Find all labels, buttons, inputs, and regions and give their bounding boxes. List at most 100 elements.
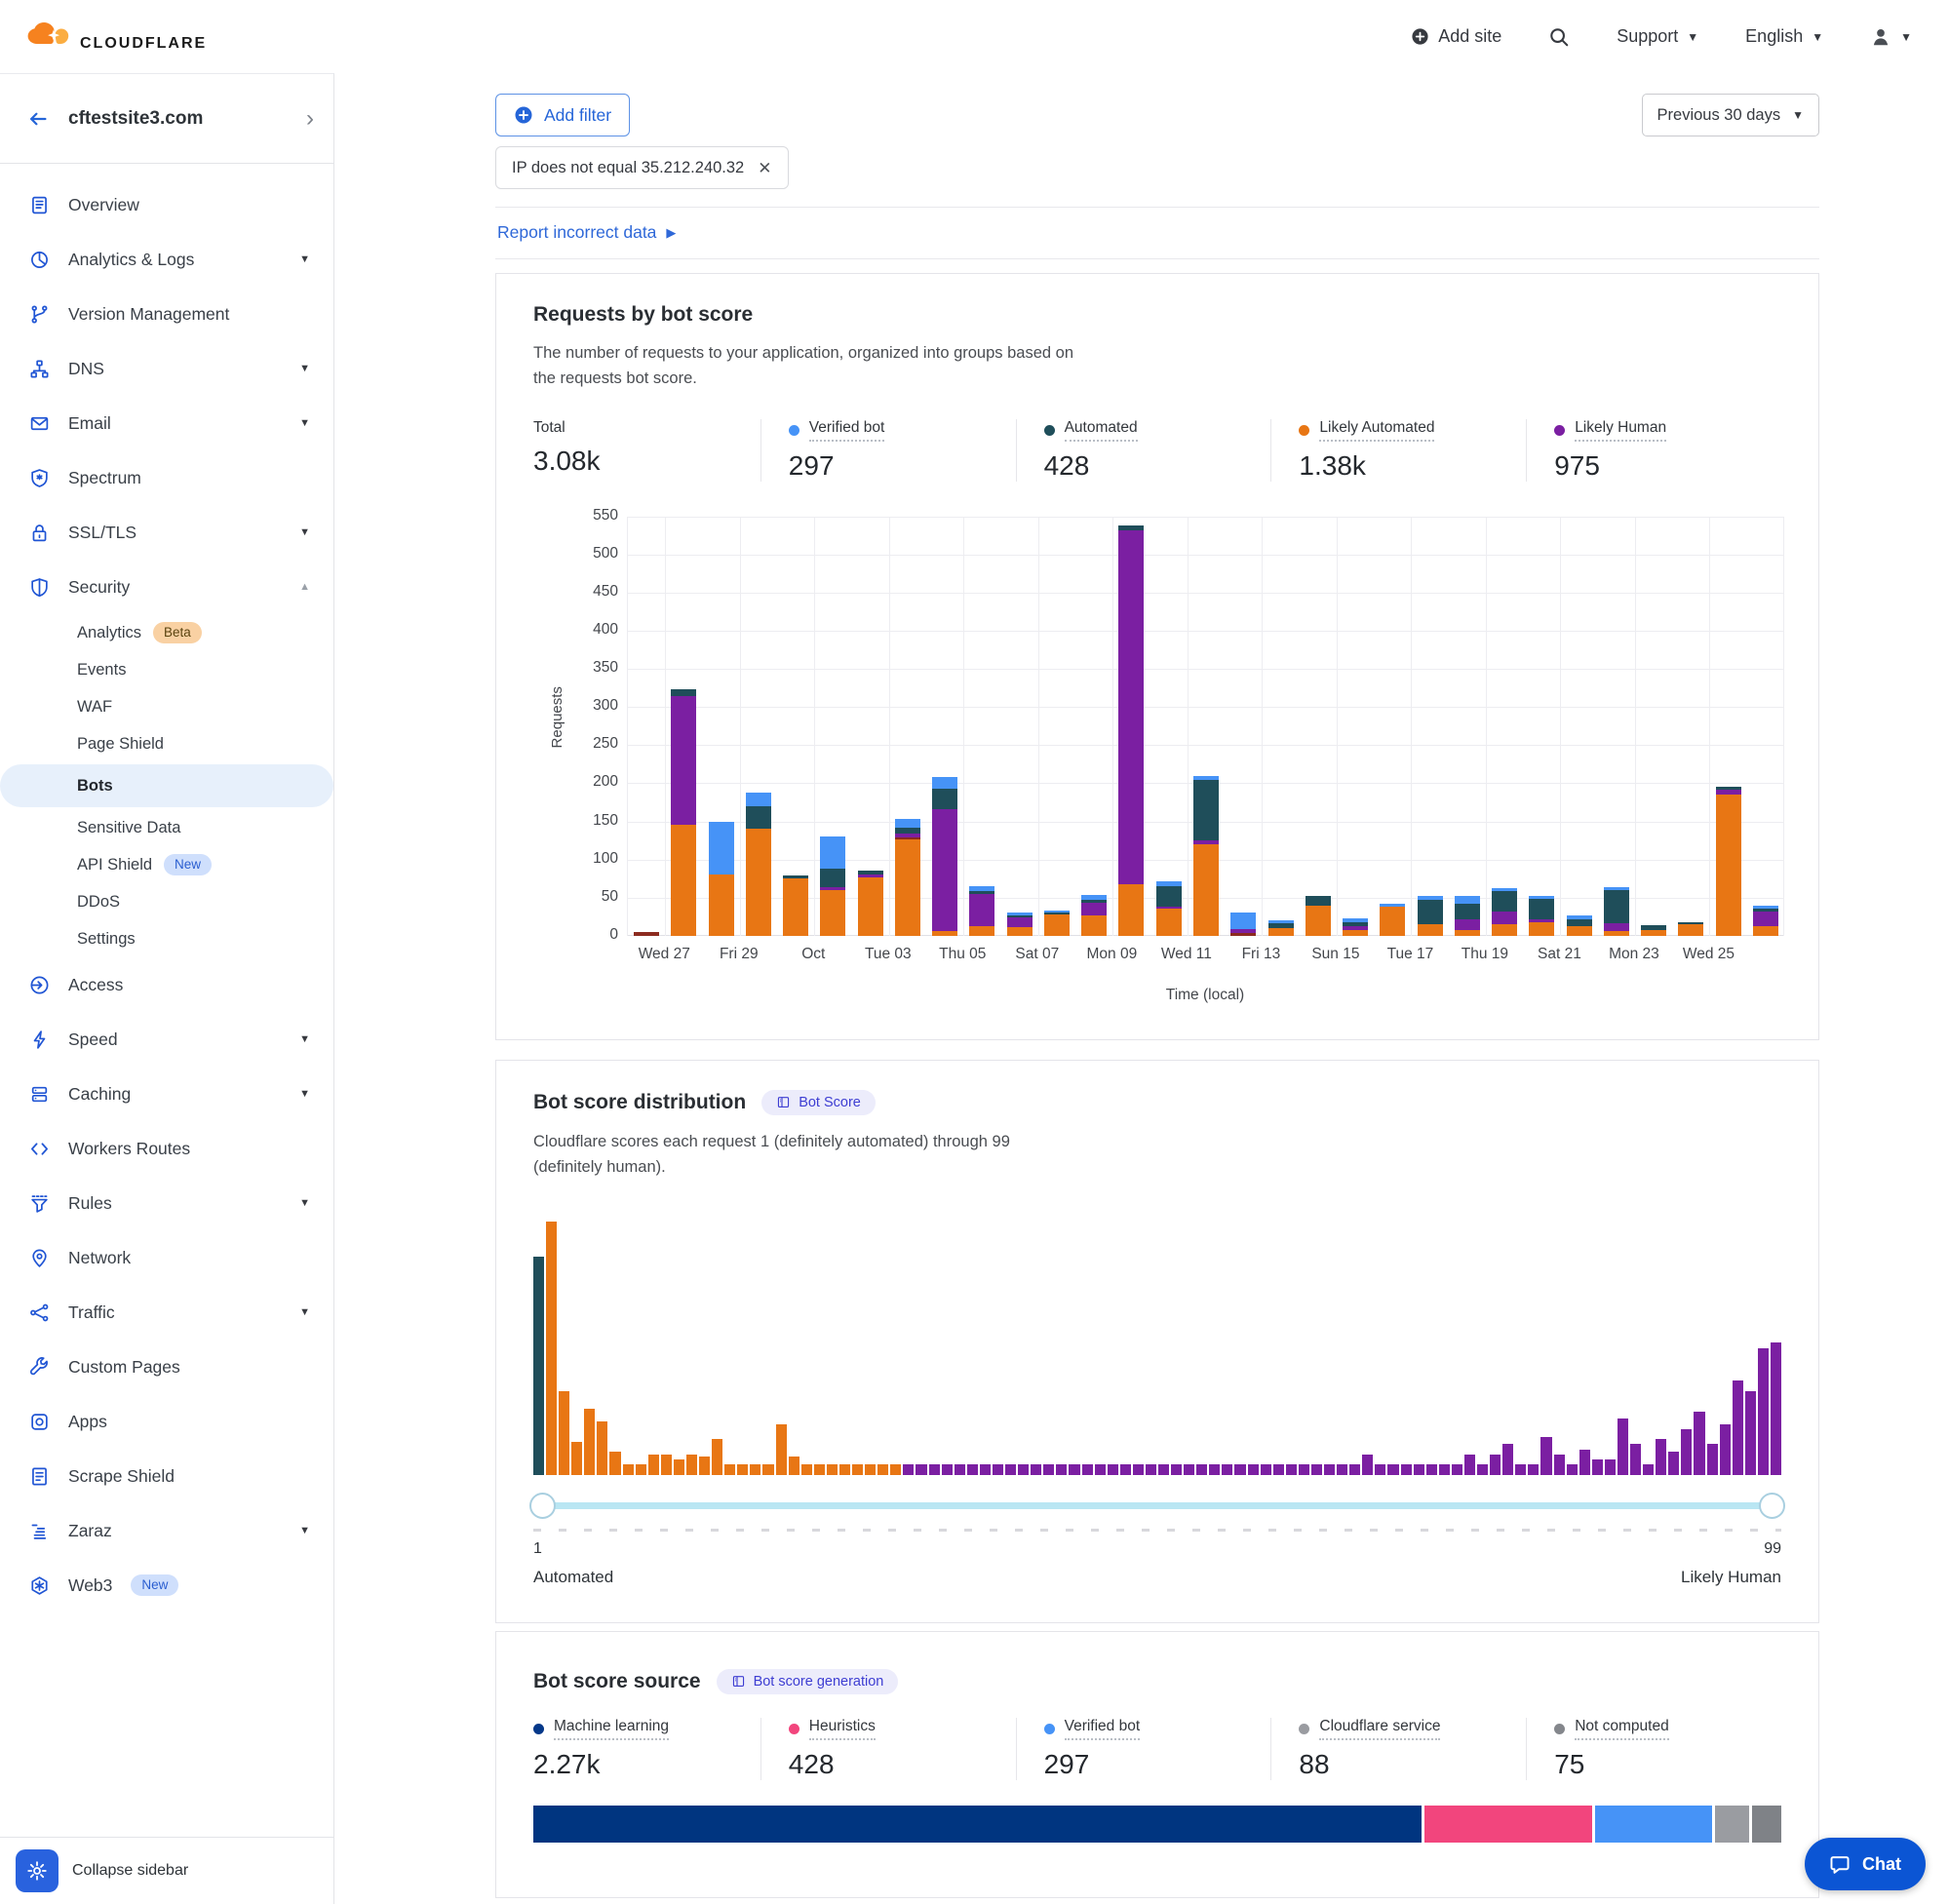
chart-bar-segment-other [1230,933,1256,935]
gridline [628,555,1784,556]
histogram-bar-likely_human [1401,1464,1412,1474]
histogram-bar-likely_automated [699,1457,710,1474]
chart-bar-segment-likely_human [1193,840,1219,844]
sidebar-item-events[interactable]: Events [0,651,333,688]
support-menu[interactable]: Support ▼ [1617,26,1698,47]
account-menu[interactable]: ▼ [1870,26,1912,48]
language-menu[interactable]: English ▼ [1745,26,1823,47]
chart-bar-segment-verified_bot [1268,920,1294,923]
filter-chip[interactable]: IP does not equal 35.212.240.32 ✕ [495,146,789,189]
sidebar-item-scrape-shield[interactable]: Scrape Shield [0,1449,333,1503]
sidebar-item-web3[interactable]: Web3 New [0,1558,333,1613]
sidebar-item-analytics[interactable]: AnalyticsBeta [0,614,333,651]
stat-value: 297 [789,450,1016,482]
new-badge: New [131,1574,178,1596]
sidebar-item-workers-routes[interactable]: Workers Routes [0,1121,333,1176]
back-arrow-icon[interactable] [27,108,49,130]
sidebar-item-spectrum[interactable]: Spectrum [0,450,333,505]
sidebar-item-custom-pages[interactable]: Custom Pages [0,1340,333,1394]
chevron-down-icon: ▼ [1687,31,1698,43]
sidebar-item-label: Web3 [68,1575,112,1596]
chart-bar-segment-likely_human [1230,929,1256,934]
chart-bar-segment-likely_human [895,834,920,837]
sidebar-item-apps[interactable]: Apps [0,1394,333,1449]
slider-handle-min[interactable] [529,1493,556,1519]
sidebar-item-ddos[interactable]: DDoS [0,883,333,920]
chart-bar-segment-automated [1753,909,1778,911]
chart-bar-segment-likely_human [1753,912,1778,927]
chevron-right-icon[interactable]: › [306,107,314,131]
sidebar-item-zaraz[interactable]: Zaraz▼ [0,1503,333,1558]
sidebar-item-traffic[interactable]: Traffic▼ [0,1285,333,1340]
sidebar-item-label: Access [68,975,123,995]
histogram-bar-likely_automated [661,1455,672,1475]
sidebar-item-dns[interactable]: DNS▼ [0,341,333,396]
chart-bar-segment-likely_human [1716,790,1741,795]
sidebar-item-analytics-logs[interactable]: Analytics & Logs▼ [0,232,333,287]
sidebar-item-page-shield[interactable]: Page Shield [0,725,333,762]
histogram-bar-likely_automated [737,1464,748,1474]
sidebar-item-access[interactable]: Access [0,957,333,1012]
remove-filter-icon[interactable]: ✕ [758,160,771,176]
sidebar-item-sensitive-data[interactable]: Sensitive Data [0,809,333,846]
sidebar-item-rules[interactable]: Rules▼ [0,1176,333,1230]
sidebar-item-version-management[interactable]: Version Management [0,287,333,341]
sidebar-item-ssl-tls[interactable]: SSL/TLS▼ [0,505,333,560]
gridline [1635,517,1636,936]
gridline [628,593,1784,594]
chevron-down-icon: ▼ [299,1197,310,1209]
add-site-button[interactable]: Add site [1411,26,1501,47]
slider-track [533,1502,1781,1509]
sidebar-item-email[interactable]: Email▼ [0,396,333,450]
chart-bar-segment-verified_bot [746,793,771,806]
histogram-bar-likely_human [1324,1464,1335,1474]
stat-likely-automated: Likely Automated1.38k [1270,419,1526,482]
chart-bar-segment-automated [1118,525,1144,530]
add-filter-button[interactable]: Add filter [495,94,630,136]
chart-bar-segment-likely_automated [820,890,845,936]
chart-bar-segment-other [634,932,659,936]
report-incorrect-data-link[interactable]: Report incorrect data ▶ [497,222,676,243]
chart-bar-segment-verified_bot [1380,904,1405,907]
sidebar-item-api-shield[interactable]: API ShieldNew [0,846,333,883]
histogram-bar-likely_human [1158,1464,1169,1474]
chat-button[interactable]: Chat [1805,1838,1926,1890]
histogram-bar-likely_human [1108,1464,1118,1474]
sidebar-item-network[interactable]: Network [0,1230,333,1285]
sidebar-item-overview[interactable]: Overview [0,177,333,232]
histogram-bar-likely_automated [636,1464,646,1474]
chart-bar-segment-automated [1716,787,1741,791]
histogram-bar-likely_automated [674,1459,684,1475]
sidebar-item-waf[interactable]: WAF [0,688,333,725]
histogram-bar-likely_human [1643,1464,1654,1474]
chart-bar-segment-verified_bot [895,819,920,828]
filter-chip-label: IP does not equal 35.212.240.32 [512,159,744,177]
bot-score-generation-doc-badge[interactable]: Bot score generation [717,1669,899,1694]
histogram-bar-likely_human [1031,1464,1041,1474]
cloudflare-logo[interactable]: CLOUDFLARE [21,20,207,54]
sidebar-item-bots[interactable]: Bots [0,764,333,807]
sidebar-nav: OverviewAnalytics & Logs▼Version Managem… [0,164,333,1837]
language-label: English [1745,26,1803,47]
slider-handle-max[interactable] [1759,1493,1785,1519]
sidebar-item-security[interactable]: Security▲ [0,560,333,614]
quick-settings-button[interactable] [16,1849,58,1892]
chart-bar-segment-automated [1343,922,1368,926]
chart-bar-segment-automated [895,828,920,834]
chart-bar-segment-verified_bot [969,886,994,891]
histogram-bar-likely_automated [890,1464,901,1474]
sidebar-item-caching[interactable]: Caching▼ [0,1067,333,1121]
histogram-bar-likely_automated [865,1464,876,1474]
collapse-sidebar[interactable]: Collapse sidebar [0,1837,333,1904]
date-range-select[interactable]: Previous 30 days ▼ [1642,94,1819,136]
chart-bar-segment-likely_automated [1641,930,1666,936]
y-tick-label: 50 [562,888,618,906]
gridline [1038,517,1039,936]
security-icon [29,577,50,598]
search-button[interactable] [1548,26,1570,48]
sidebar-item-label: Email [68,413,111,434]
sidebar-item-speed[interactable]: Speed▼ [0,1012,333,1067]
sidebar-item-settings[interactable]: Settings [0,920,333,957]
bot-score-doc-badge[interactable]: Bot Score [761,1090,876,1115]
sidebar-item-label: Zaraz [68,1521,112,1541]
